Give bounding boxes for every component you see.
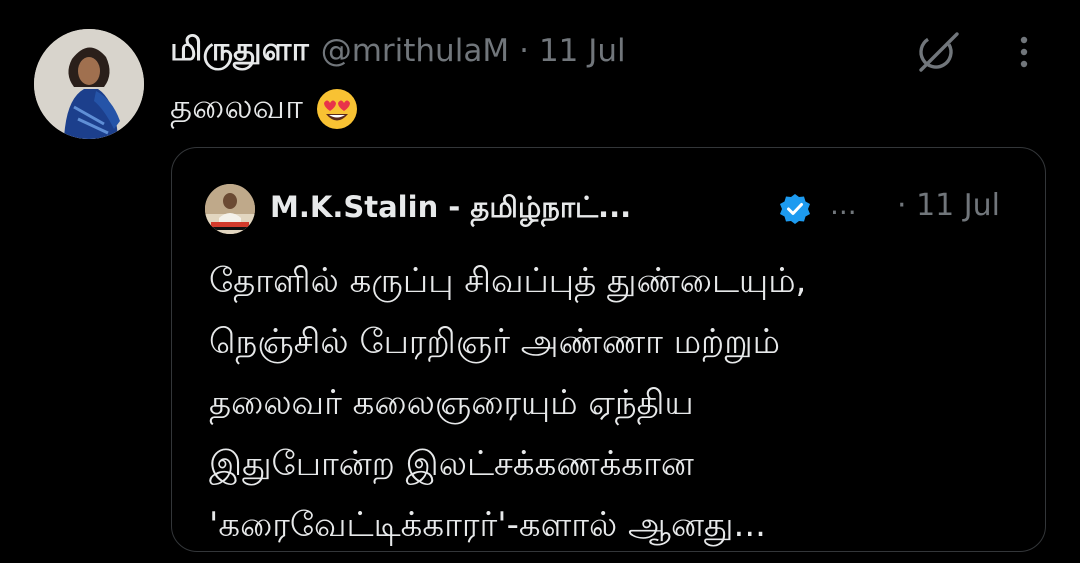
quoted-author-avatar-image (205, 184, 255, 234)
quoted-text-line: தோளில் கருப்பு சிவப்புத் துண்டையும், (209, 261, 807, 301)
heart-eyes-emoji-icon (316, 89, 357, 129)
grok-icon[interactable] (915, 28, 961, 74)
more-vertical-icon[interactable] (1012, 32, 1036, 72)
quoted-text-line: நெஞ்சில் பேரறிஞர் அண்ணா மற்றும் (209, 322, 780, 362)
tweet[interactable]: மிருதுளா @mrithulaM · 11 Jul தலைவா M.K.S… (0, 0, 1080, 563)
quoted-text-line: இதுபோன்ற இலட்சக்கணக்கான (209, 444, 694, 484)
author-avatar-image (34, 29, 144, 139)
verified-badge-icon (780, 194, 810, 224)
quoted-author-avatar[interactable] (205, 184, 255, 234)
quoted-text-line: தலைவர் கலைஞரையும் ஏந்திய (209, 383, 694, 423)
tweet-text-content: தலைவா (170, 87, 303, 127)
quoted-text-line: 'கரைவேட்டிக்காரர்'-களால் ஆனது... (209, 505, 766, 545)
tweet-text: தலைவா (170, 84, 359, 134)
quoted-name-overflow: ... (830, 188, 857, 221)
author-handle[interactable]: @mrithulaM (321, 33, 509, 69)
quoted-tweet-card[interactable]: M.K.Stalin - தமிழ்நாட்... ... · 11 Jul த… (171, 147, 1046, 552)
tweet-timestamp[interactable]: 11 Jul (539, 33, 626, 69)
author-display-name[interactable]: மிருதுளா (170, 29, 309, 73)
quoted-tweet-text: தோளில் கருப்பு சிவப்புத் துண்டையும், நெஞ… (209, 251, 1029, 556)
quoted-author-display-name[interactable]: M.K.Stalin - தமிழ்நாட்... (270, 186, 631, 232)
header-separator: · (519, 33, 529, 69)
quoted-timestamp[interactable]: · 11 Jul (897, 188, 1000, 223)
author-avatar[interactable] (34, 29, 144, 139)
tweet-header: மிருதுளா @mrithulaM · 11 Jul (170, 26, 626, 76)
